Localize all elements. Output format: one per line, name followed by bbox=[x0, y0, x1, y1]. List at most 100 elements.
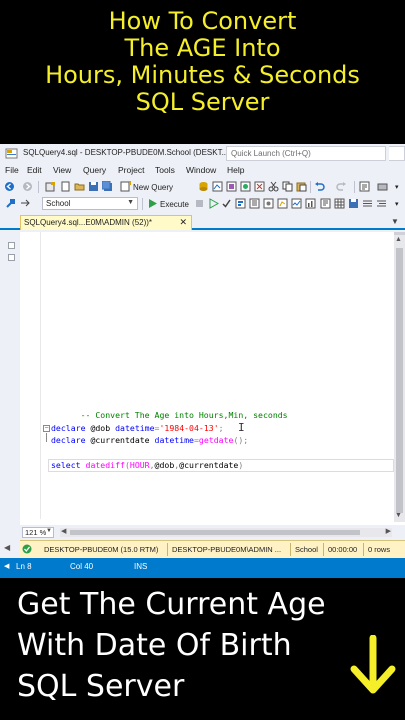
mdx-query-icon[interactable] bbox=[226, 181, 237, 192]
xmla-query-icon[interactable] bbox=[254, 181, 265, 192]
back-icon[interactable] bbox=[4, 181, 15, 192]
live-query-stats-icon[interactable] bbox=[291, 198, 302, 209]
menu-view[interactable]: View bbox=[53, 165, 71, 175]
analysis-query-icon[interactable] bbox=[212, 181, 223, 192]
scroll-down-icon[interactable]: ▼ bbox=[395, 512, 402, 519]
bottom-title-line-2: With Date Of Birth bbox=[17, 628, 292, 663]
status-separator bbox=[363, 543, 364, 556]
tab-sqlquery4[interactable]: SQLQuery4.sql...E0M\ADMIN (52))* ✕ bbox=[20, 215, 192, 230]
row-count: 0 rows bbox=[368, 545, 391, 554]
save-all-icon[interactable] bbox=[102, 181, 113, 192]
scroll-left-icon[interactable]: ◀ bbox=[61, 527, 66, 535]
scroll-up-icon[interactable]: ▲ bbox=[395, 236, 402, 243]
available-databases-select[interactable]: School ▼ bbox=[42, 197, 138, 210]
vertical-scrollbar[interactable]: ▲ ▼ bbox=[394, 232, 405, 522]
zoom-select[interactable]: 121 % ▼ bbox=[22, 527, 54, 538]
menu-query[interactable]: Query bbox=[83, 165, 106, 175]
toolbar-separator bbox=[38, 181, 39, 193]
new-file-icon[interactable] bbox=[60, 181, 71, 192]
code-terminator: ; bbox=[243, 435, 249, 445]
new-query-icon[interactable] bbox=[120, 181, 131, 192]
connect-icon[interactable] bbox=[5, 198, 16, 209]
toolbar-overflow-icon[interactable]: ▾ bbox=[395, 200, 399, 208]
parse-icon[interactable] bbox=[221, 198, 232, 209]
open-icon[interactable] bbox=[74, 181, 85, 192]
code-comment: -- Convert The Age into Hours,Min, secon… bbox=[80, 410, 288, 420]
execute-icon[interactable] bbox=[147, 198, 158, 209]
cut-icon[interactable] bbox=[268, 181, 279, 192]
ide-status-bar: ◀ Ln 8 Col 40 INS bbox=[0, 558, 405, 578]
new-project-icon[interactable] bbox=[45, 181, 56, 192]
editor-gutter bbox=[0, 232, 20, 540]
window-title: SQLQuery4.sql - DESKTOP-PBUDE0M.School (… bbox=[23, 148, 229, 157]
fold-toggle-icon[interactable]: − bbox=[43, 425, 50, 432]
debug-icon[interactable] bbox=[208, 198, 219, 209]
code-string: '1984-04-13' bbox=[159, 423, 219, 433]
menu-bar: File Edit View Query Project Tools Windo… bbox=[0, 163, 405, 178]
results-to-file-icon[interactable] bbox=[348, 198, 359, 209]
code-datepart: HOUR bbox=[129, 460, 150, 470]
menu-file[interactable]: File bbox=[5, 165, 19, 175]
quick-launch-search-button[interactable] bbox=[389, 146, 405, 161]
zoom-value: 121 % bbox=[25, 528, 47, 537]
forward-icon[interactable] bbox=[22, 181, 33, 192]
horizontal-scrollbar[interactable]: ◀ ▶ bbox=[60, 528, 392, 537]
toolbar-overflow-icon[interactable]: ▾ bbox=[395, 183, 399, 191]
execute-button[interactable]: Execute bbox=[160, 200, 189, 209]
undo-icon[interactable] bbox=[314, 181, 325, 192]
solution-explorer-icon[interactable] bbox=[359, 181, 370, 192]
query-options-icon[interactable] bbox=[263, 198, 274, 209]
connection-status-left: ◀ bbox=[0, 540, 20, 558]
redo-icon[interactable] bbox=[336, 181, 347, 192]
query-editor[interactable]: -- Convert The Age into Hours,Min, secon… bbox=[0, 232, 405, 540]
close-icon[interactable]: ✕ bbox=[179, 217, 187, 228]
database-engine-query-icon[interactable] bbox=[198, 181, 209, 192]
scroll-right-icon[interactable]: ▶ bbox=[386, 527, 391, 535]
code-keyword: declare bbox=[51, 423, 86, 433]
top-title-line-4: SQL Server bbox=[135, 88, 270, 116]
quick-launch-input[interactable]: Quick Launch (Ctrl+Q) bbox=[226, 146, 386, 161]
tab-label: SQLQuery4.sql...E0M\ADMIN (52))* bbox=[24, 218, 153, 227]
cancel-query-icon[interactable] bbox=[194, 198, 205, 209]
toolbox-icon[interactable] bbox=[377, 181, 388, 192]
menu-help[interactable]: Help bbox=[227, 165, 244, 175]
horizontal-scroll-thumb[interactable] bbox=[70, 530, 360, 535]
toolbar-separator bbox=[354, 181, 355, 193]
display-estimated-plan-icon[interactable] bbox=[235, 198, 246, 209]
status-line: Ln 8 bbox=[16, 562, 32, 571]
bottom-title-line-3: SQL Server bbox=[17, 669, 185, 704]
code-function: datediff bbox=[85, 460, 125, 470]
menu-project[interactable]: Project bbox=[118, 165, 144, 175]
expand-left-icon[interactable]: ◀ bbox=[4, 543, 10, 552]
include-plan-icon[interactable] bbox=[277, 198, 288, 209]
menu-window[interactable]: Window bbox=[186, 165, 216, 175]
client-statistics-icon[interactable] bbox=[305, 198, 316, 209]
results-to-grid-icon[interactable] bbox=[334, 198, 345, 209]
results-to-text-icon[interactable] bbox=[320, 198, 331, 209]
uncomment-icon[interactable] bbox=[376, 198, 387, 209]
dmx-query-icon[interactable] bbox=[240, 181, 251, 192]
save-icon[interactable] bbox=[88, 181, 99, 192]
intellisense-icon[interactable] bbox=[249, 198, 260, 209]
menu-edit[interactable]: Edit bbox=[27, 165, 42, 175]
ssms-window: SQLQuery4.sql - DESKTOP-PBUDE0M.School (… bbox=[0, 144, 405, 578]
standard-toolbar: New Query ▾ bbox=[0, 179, 405, 195]
change-connection-icon[interactable] bbox=[20, 198, 31, 209]
splitter-handle[interactable] bbox=[394, 232, 405, 235]
top-title: How To Convert The AGE Into Hours, Minut… bbox=[0, 8, 405, 116]
code-type: datetime bbox=[154, 435, 194, 445]
vertical-scroll-thumb[interactable] bbox=[396, 248, 403, 513]
bottom-title-line-1: Get The Current Age bbox=[17, 587, 326, 622]
paste-icon[interactable] bbox=[296, 181, 307, 192]
chevron-down-icon: ▼ bbox=[127, 199, 134, 206]
tab-list-dropdown-icon[interactable]: ▼ bbox=[391, 217, 399, 226]
new-query-button[interactable]: New Query bbox=[133, 183, 173, 192]
fold-margin bbox=[40, 232, 41, 519]
menu-tools[interactable]: Tools bbox=[155, 165, 175, 175]
comment-out-icon[interactable] bbox=[362, 198, 373, 209]
ssms-app-icon bbox=[5, 148, 18, 159]
copy-icon[interactable] bbox=[282, 181, 293, 192]
status-separator bbox=[167, 543, 168, 556]
code-keyword: declare bbox=[51, 435, 86, 445]
status-col: Col 40 bbox=[70, 562, 94, 571]
